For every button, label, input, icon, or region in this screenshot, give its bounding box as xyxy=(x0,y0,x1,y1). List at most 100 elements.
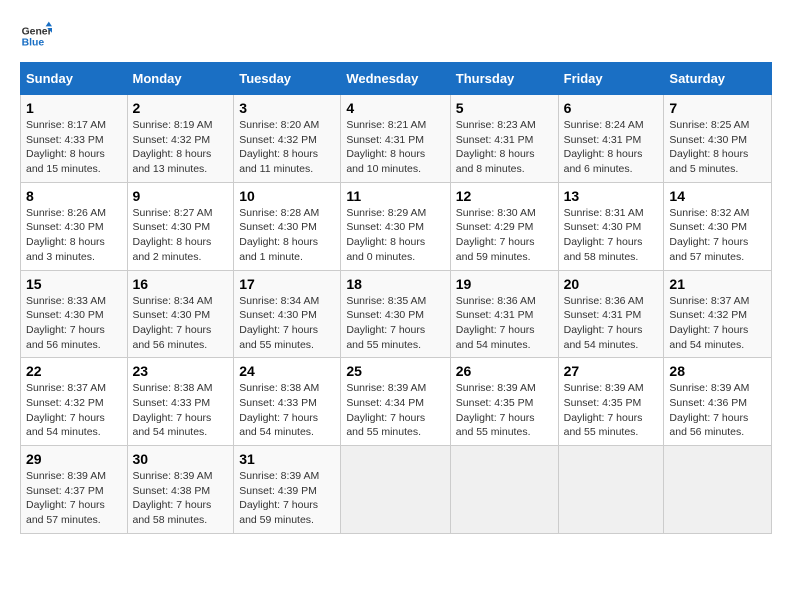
day-number: 19 xyxy=(456,276,553,292)
day-detail: Sunrise: 8:26 AMSunset: 4:30 PMDaylight:… xyxy=(26,207,106,263)
day-number: 4 xyxy=(346,100,444,116)
calendar-cell: 6 Sunrise: 8:24 AMSunset: 4:31 PMDayligh… xyxy=(558,95,664,183)
day-number: 2 xyxy=(133,100,229,116)
day-number: 22 xyxy=(26,363,122,379)
day-detail: Sunrise: 8:39 AMSunset: 4:36 PMDaylight:… xyxy=(669,382,749,438)
calendar-header-wednesday: Wednesday xyxy=(341,63,450,95)
calendar-cell: 31 Sunrise: 8:39 AMSunset: 4:39 PMDaylig… xyxy=(234,446,341,534)
day-number: 10 xyxy=(239,188,335,204)
calendar-week-row: 1 Sunrise: 8:17 AMSunset: 4:33 PMDayligh… xyxy=(21,95,772,183)
day-number: 7 xyxy=(669,100,766,116)
calendar-cell: 9 Sunrise: 8:27 AMSunset: 4:30 PMDayligh… xyxy=(127,182,234,270)
day-detail: Sunrise: 8:36 AMSunset: 4:31 PMDaylight:… xyxy=(456,295,536,351)
day-number: 20 xyxy=(564,276,659,292)
day-detail: Sunrise: 8:39 AMSunset: 4:38 PMDaylight:… xyxy=(133,470,213,526)
day-detail: Sunrise: 8:28 AMSunset: 4:30 PMDaylight:… xyxy=(239,207,319,263)
day-number: 24 xyxy=(239,363,335,379)
calendar-cell xyxy=(558,446,664,534)
day-number: 16 xyxy=(133,276,229,292)
calendar-cell: 17 Sunrise: 8:34 AMSunset: 4:30 PMDaylig… xyxy=(234,270,341,358)
day-number: 29 xyxy=(26,451,122,467)
day-number: 15 xyxy=(26,276,122,292)
day-number: 25 xyxy=(346,363,444,379)
day-detail: Sunrise: 8:35 AMSunset: 4:30 PMDaylight:… xyxy=(346,295,426,351)
calendar-cell: 14 Sunrise: 8:32 AMSunset: 4:30 PMDaylig… xyxy=(664,182,772,270)
calendar-week-row: 8 Sunrise: 8:26 AMSunset: 4:30 PMDayligh… xyxy=(21,182,772,270)
day-number: 17 xyxy=(239,276,335,292)
day-detail: Sunrise: 8:39 AMSunset: 4:37 PMDaylight:… xyxy=(26,470,106,526)
logo: General Blue xyxy=(20,20,56,52)
day-detail: Sunrise: 8:20 AMSunset: 4:32 PMDaylight:… xyxy=(239,119,319,175)
day-detail: Sunrise: 8:39 AMSunset: 4:39 PMDaylight:… xyxy=(239,470,319,526)
day-number: 18 xyxy=(346,276,444,292)
day-number: 31 xyxy=(239,451,335,467)
day-number: 6 xyxy=(564,100,659,116)
logo-icon: General Blue xyxy=(20,20,52,52)
calendar-header-row: SundayMondayTuesdayWednesdayThursdayFrid… xyxy=(21,63,772,95)
calendar-week-row: 29 Sunrise: 8:39 AMSunset: 4:37 PMDaylig… xyxy=(21,446,772,534)
calendar-cell: 8 Sunrise: 8:26 AMSunset: 4:30 PMDayligh… xyxy=(21,182,128,270)
day-number: 28 xyxy=(669,363,766,379)
day-detail: Sunrise: 8:21 AMSunset: 4:31 PMDaylight:… xyxy=(346,119,426,175)
calendar-cell: 23 Sunrise: 8:38 AMSunset: 4:33 PMDaylig… xyxy=(127,358,234,446)
calendar-header-thursday: Thursday xyxy=(450,63,558,95)
calendar-cell: 26 Sunrise: 8:39 AMSunset: 4:35 PMDaylig… xyxy=(450,358,558,446)
calendar-cell: 29 Sunrise: 8:39 AMSunset: 4:37 PMDaylig… xyxy=(21,446,128,534)
day-detail: Sunrise: 8:37 AMSunset: 4:32 PMDaylight:… xyxy=(26,382,106,438)
calendar-cell: 25 Sunrise: 8:39 AMSunset: 4:34 PMDaylig… xyxy=(341,358,450,446)
day-number: 26 xyxy=(456,363,553,379)
day-detail: Sunrise: 8:39 AMSunset: 4:34 PMDaylight:… xyxy=(346,382,426,438)
calendar-cell: 22 Sunrise: 8:37 AMSunset: 4:32 PMDaylig… xyxy=(21,358,128,446)
day-detail: Sunrise: 8:32 AMSunset: 4:30 PMDaylight:… xyxy=(669,207,749,263)
day-number: 27 xyxy=(564,363,659,379)
calendar-cell: 19 Sunrise: 8:36 AMSunset: 4:31 PMDaylig… xyxy=(450,270,558,358)
day-detail: Sunrise: 8:38 AMSunset: 4:33 PMDaylight:… xyxy=(239,382,319,438)
day-detail: Sunrise: 8:39 AMSunset: 4:35 PMDaylight:… xyxy=(456,382,536,438)
svg-text:Blue: Blue xyxy=(22,38,45,49)
calendar-week-row: 22 Sunrise: 8:37 AMSunset: 4:32 PMDaylig… xyxy=(21,358,772,446)
day-number: 12 xyxy=(456,188,553,204)
day-detail: Sunrise: 8:17 AMSunset: 4:33 PMDaylight:… xyxy=(26,119,106,175)
calendar-cell xyxy=(450,446,558,534)
day-detail: Sunrise: 8:37 AMSunset: 4:32 PMDaylight:… xyxy=(669,295,749,351)
calendar-cell: 4 Sunrise: 8:21 AMSunset: 4:31 PMDayligh… xyxy=(341,95,450,183)
page-header: General Blue xyxy=(20,20,772,52)
day-detail: Sunrise: 8:39 AMSunset: 4:35 PMDaylight:… xyxy=(564,382,644,438)
calendar-cell: 7 Sunrise: 8:25 AMSunset: 4:30 PMDayligh… xyxy=(664,95,772,183)
day-detail: Sunrise: 8:33 AMSunset: 4:30 PMDaylight:… xyxy=(26,295,106,351)
calendar-cell: 15 Sunrise: 8:33 AMSunset: 4:30 PMDaylig… xyxy=(21,270,128,358)
day-detail: Sunrise: 8:31 AMSunset: 4:30 PMDaylight:… xyxy=(564,207,644,263)
calendar-cell: 30 Sunrise: 8:39 AMSunset: 4:38 PMDaylig… xyxy=(127,446,234,534)
day-number: 30 xyxy=(133,451,229,467)
day-detail: Sunrise: 8:27 AMSunset: 4:30 PMDaylight:… xyxy=(133,207,213,263)
calendar-cell: 24 Sunrise: 8:38 AMSunset: 4:33 PMDaylig… xyxy=(234,358,341,446)
day-detail: Sunrise: 8:38 AMSunset: 4:33 PMDaylight:… xyxy=(133,382,213,438)
calendar-cell xyxy=(664,446,772,534)
day-detail: Sunrise: 8:25 AMSunset: 4:30 PMDaylight:… xyxy=(669,119,749,175)
calendar-cell: 20 Sunrise: 8:36 AMSunset: 4:31 PMDaylig… xyxy=(558,270,664,358)
calendar-cell: 28 Sunrise: 8:39 AMSunset: 4:36 PMDaylig… xyxy=(664,358,772,446)
day-number: 13 xyxy=(564,188,659,204)
calendar-week-row: 15 Sunrise: 8:33 AMSunset: 4:30 PMDaylig… xyxy=(21,270,772,358)
calendar-header-sunday: Sunday xyxy=(21,63,128,95)
day-detail: Sunrise: 8:24 AMSunset: 4:31 PMDaylight:… xyxy=(564,119,644,175)
calendar-cell: 27 Sunrise: 8:39 AMSunset: 4:35 PMDaylig… xyxy=(558,358,664,446)
day-number: 8 xyxy=(26,188,122,204)
calendar-cell: 1 Sunrise: 8:17 AMSunset: 4:33 PMDayligh… xyxy=(21,95,128,183)
day-detail: Sunrise: 8:30 AMSunset: 4:29 PMDaylight:… xyxy=(456,207,536,263)
calendar-cell: 3 Sunrise: 8:20 AMSunset: 4:32 PMDayligh… xyxy=(234,95,341,183)
day-detail: Sunrise: 8:23 AMSunset: 4:31 PMDaylight:… xyxy=(456,119,536,175)
day-number: 14 xyxy=(669,188,766,204)
day-detail: Sunrise: 8:34 AMSunset: 4:30 PMDaylight:… xyxy=(133,295,213,351)
calendar-cell: 12 Sunrise: 8:30 AMSunset: 4:29 PMDaylig… xyxy=(450,182,558,270)
calendar-header-saturday: Saturday xyxy=(664,63,772,95)
day-number: 11 xyxy=(346,188,444,204)
day-number: 1 xyxy=(26,100,122,116)
calendar-cell: 2 Sunrise: 8:19 AMSunset: 4:32 PMDayligh… xyxy=(127,95,234,183)
calendar-header-tuesday: Tuesday xyxy=(234,63,341,95)
day-detail: Sunrise: 8:36 AMSunset: 4:31 PMDaylight:… xyxy=(564,295,644,351)
day-detail: Sunrise: 8:19 AMSunset: 4:32 PMDaylight:… xyxy=(133,119,213,175)
calendar-cell: 10 Sunrise: 8:28 AMSunset: 4:30 PMDaylig… xyxy=(234,182,341,270)
day-detail: Sunrise: 8:29 AMSunset: 4:30 PMDaylight:… xyxy=(346,207,426,263)
calendar-header-friday: Friday xyxy=(558,63,664,95)
